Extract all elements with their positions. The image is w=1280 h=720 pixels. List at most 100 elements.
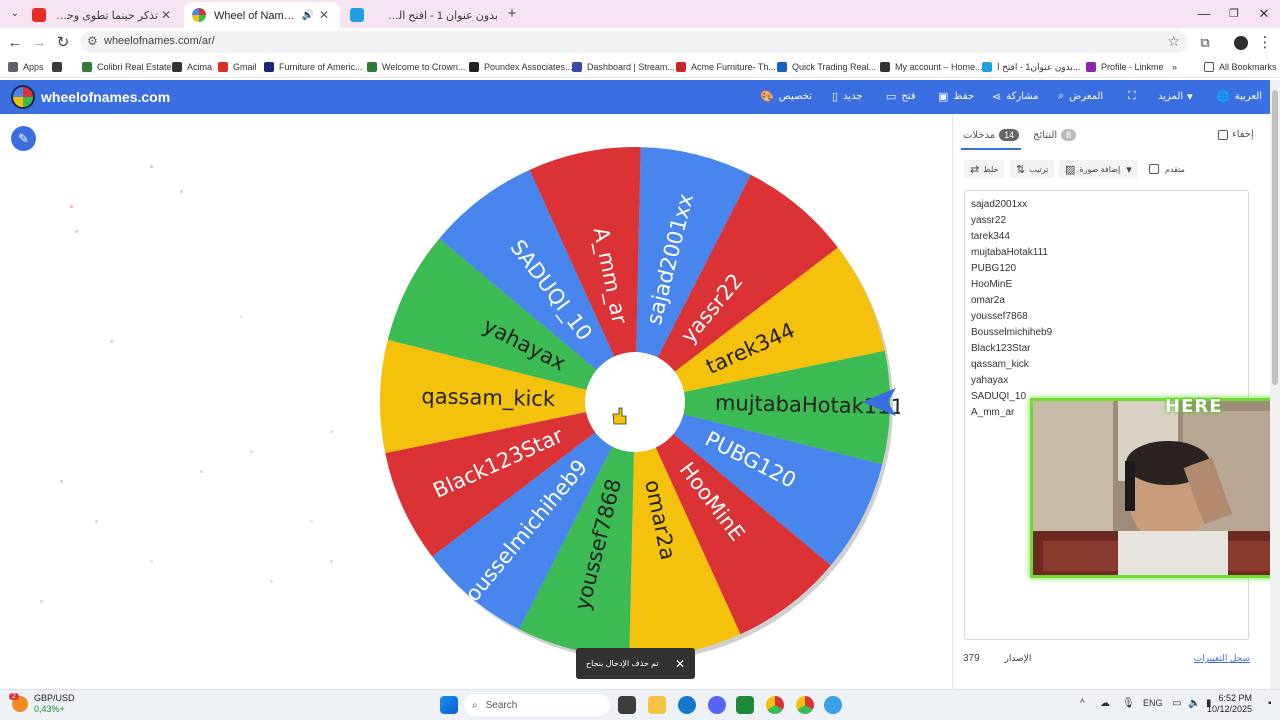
search-icon: ⌕	[1058, 90, 1065, 102]
tab-results[interactable]: النتائج 8	[1033, 129, 1080, 141]
tab-entries[interactable]: مدخلات 14	[963, 129, 1023, 141]
bookmark-item[interactable]: Acme Furniture- Th...	[676, 59, 776, 75]
bookmark-item[interactable]: Gmail	[218, 59, 257, 75]
fullscreen-button[interactable]: ⛶	[1128, 90, 1141, 103]
obs-icon[interactable]	[824, 696, 842, 714]
network-icon[interactable]: ▭	[1172, 698, 1181, 709]
browser-tab-youtube[interactable]: تذكر حينما تطوى وحيدا .. الشيخ أ ✕	[24, 2, 182, 28]
toast-close-icon[interactable]: ✕	[675, 657, 685, 671]
bookmark-item[interactable]: My account – Home...	[880, 59, 983, 75]
all-bookmarks-button[interactable]: All Bookmarks	[1204, 59, 1277, 75]
bookmarks-overflow-icon[interactable]: »	[1172, 59, 1177, 75]
scrollbar-thumb[interactable]	[1272, 90, 1278, 385]
customize-button[interactable]: 🎨 تخصيص	[760, 90, 812, 103]
sort-button[interactable]: ⇅ ترتيب	[1010, 160, 1055, 178]
bookmark-item[interactable]: بدون عنوان1 - افتح ا...	[982, 59, 1080, 75]
bookmark-item[interactable]: Poundex Associates...	[469, 59, 573, 75]
restore-button[interactable]: ❐	[1217, 4, 1251, 24]
share-button[interactable]: ⋖ مشاركة	[992, 90, 1039, 103]
bookmark-item[interactable]: Dashboard | Stream...	[572, 59, 675, 75]
task-view-icon[interactable]	[618, 696, 636, 714]
bookmarks-bar: Apps Colibri Real Estate Acima Gmail Furnitu…	[0, 57, 1280, 78]
browser-tab-blank[interactable]	[342, 2, 376, 28]
wheel-favicon-icon	[192, 8, 206, 22]
address-bar[interactable]: ⚙ wheelofnames.com/ar/ ☆	[80, 31, 1188, 53]
confetti-piece	[150, 165, 153, 168]
chrome-icon[interactable]	[766, 696, 784, 714]
tab-title: Wheel of Names | العشوائي	[214, 9, 300, 22]
taskbar-search[interactable]: ⌕ Search	[464, 694, 610, 716]
input-language[interactable]: ENG	[1143, 698, 1163, 708]
app-icon[interactable]	[736, 696, 754, 714]
wheel-container[interactable]: sajad2001xx yassr22 tarek344 mujtabaHotak11…	[370, 142, 904, 672]
microphone-icon[interactable]: 🎙	[1122, 698, 1135, 709]
site-name[interactable]: wheelofnames.com	[41, 89, 170, 105]
globe-icon: 🌐	[1216, 91, 1230, 103]
gallery-button[interactable]: ⌕ المعرض	[1058, 90, 1103, 103]
close-window-button[interactable]: ✕	[1247, 4, 1280, 24]
bookmark-item[interactable]: Quick Trading Real...	[777, 59, 876, 75]
bookmark-item[interactable]: Acima	[172, 59, 212, 75]
bookmark-item[interactable]: Profile - Linkme	[1086, 59, 1164, 75]
save-button[interactable]: ▣ حفظ	[938, 90, 974, 103]
taskbar-clock[interactable]: 6:52 PM 10/12/2025	[1207, 693, 1252, 715]
tab-search-chevron-icon[interactable]: ⌄	[4, 3, 26, 25]
new-button[interactable]: ▯ جديد	[832, 90, 863, 103]
discord-icon[interactable]	[708, 696, 726, 714]
language-button[interactable]: 🌐 العربية	[1216, 90, 1262, 103]
bookmark-item[interactable]: Apps	[8, 59, 44, 75]
wheel-center-hub[interactable]	[585, 352, 685, 452]
widgets-button[interactable]: 2 GBP/USD 0,43%+	[9, 693, 75, 715]
cloud-icon[interactable]: ☁	[1100, 698, 1110, 709]
close-tab-icon[interactable]: ✕	[158, 8, 174, 22]
entry-line: sajad2001xx	[971, 199, 1028, 210]
minimize-button[interactable]: —	[1187, 4, 1221, 24]
speaker-icon[interactable]: 🔊	[300, 10, 316, 21]
browser-menu-icon[interactable]: ⋮	[1254, 32, 1276, 54]
wheel[interactable]: sajad2001xxyassr22tarek344mujtabaHotak11…	[370, 142, 904, 672]
back-button[interactable]: ←	[4, 32, 26, 54]
tray-chevron-icon[interactable]: ^	[1080, 698, 1085, 709]
entries-label: مدخلات	[963, 129, 996, 141]
browser-tab-open-box[interactable]: بدون عنوان 1 - افتح الصندوق	[378, 2, 506, 28]
extensions-icon[interactable]: ⧉	[1194, 32, 1216, 54]
advanced-checkbox[interactable]	[1149, 164, 1159, 174]
open-button[interactable]: ▭ فتح	[886, 90, 916, 103]
changelog-link[interactable]: سجل التغييرات	[1194, 653, 1250, 664]
notifications-icon[interactable]: ▪	[1268, 698, 1272, 709]
site-info-icon[interactable]: ⚙	[87, 34, 98, 48]
start-button[interactable]	[440, 696, 458, 714]
add-image-button[interactable]: ▨ إضافة صورة ▾	[1059, 160, 1138, 178]
bookmark-favicon-icon	[777, 62, 787, 72]
browser-tab-strip: ⌄ تذكر حينما تطوى وحيدا .. الشيخ أ ✕ Whe…	[0, 0, 1280, 28]
new-tab-button[interactable]: +	[501, 3, 523, 25]
customize-label: تخصيص	[778, 91, 812, 102]
browser-tab-wheel-of-names[interactable]: Wheel of Names | العشوائي 🔊 ✕	[184, 2, 340, 28]
profile-avatar[interactable]	[1230, 32, 1252, 54]
shuffle-button[interactable]: ⇄ خلط	[964, 160, 1005, 178]
bookmark-favicon-icon	[218, 62, 228, 72]
page-scrollbar[interactable]	[1270, 80, 1280, 689]
bookmark-item[interactable]: Colibri Real Estate	[82, 59, 172, 75]
bookmark-star-icon[interactable]: ☆	[1167, 33, 1180, 50]
hide-checkbox[interactable]	[1218, 129, 1228, 140]
hide-toggle[interactable]: إخفاء	[1218, 129, 1254, 140]
bookmark-item[interactable]	[52, 59, 67, 75]
forward-button[interactable]: →	[28, 32, 50, 54]
reload-button[interactable]: ↻	[52, 32, 74, 54]
entry-line: mujtabaHotak111	[971, 247, 1048, 258]
advanced-toggle[interactable]: متقدم	[1143, 160, 1191, 178]
edit-pencil-button[interactable]: ✎	[11, 126, 36, 151]
entry-line: yahayax	[971, 375, 1009, 386]
volume-icon[interactable]: 🔈	[1188, 698, 1200, 709]
file-explorer-icon[interactable]	[648, 696, 666, 714]
bookmark-item[interactable]: Furniture of Americ...	[264, 59, 363, 75]
more-menu-button[interactable]: المزيد ▾	[1158, 90, 1193, 103]
confetti-piece	[75, 230, 78, 233]
close-tab-icon[interactable]: ✕	[316, 8, 332, 22]
all-bookmarks-label: All Bookmarks	[1219, 62, 1277, 72]
edge-icon[interactable]	[678, 696, 696, 714]
site-logo-icon[interactable]	[11, 85, 35, 109]
bookmark-item[interactable]: Welcome to Crown...	[367, 59, 465, 75]
chrome-active-icon[interactable]	[796, 696, 814, 714]
